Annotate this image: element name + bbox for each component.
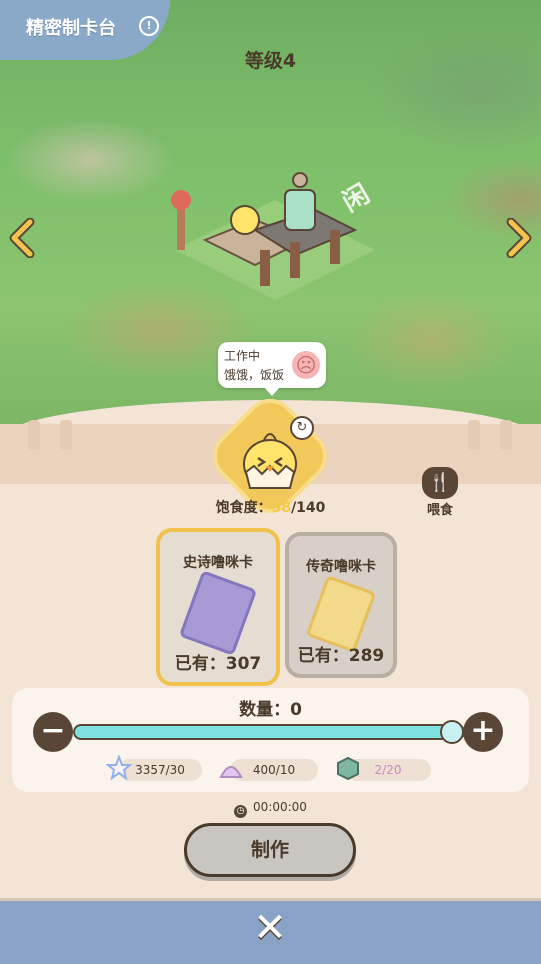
quantity-label: 数量：0 bbox=[239, 700, 302, 720]
status-hungry: 饿饿，饭饭 bbox=[224, 368, 285, 382]
feed-button[interactable]: 🍴 喂食 bbox=[418, 467, 462, 518]
sad-face-icon: ☹ bbox=[292, 351, 320, 379]
powder-icon bbox=[219, 766, 243, 778]
fence-post bbox=[468, 420, 480, 450]
satiety-label: 饱食度： bbox=[215, 500, 272, 516]
prev-arrow-icon[interactable] bbox=[6, 217, 40, 259]
status-working: 工作中 bbox=[224, 349, 261, 363]
star-shard-icon bbox=[106, 755, 132, 781]
slider-thumb[interactable] bbox=[440, 720, 464, 744]
fence-post bbox=[60, 420, 72, 450]
clock-icon: ◷ bbox=[234, 805, 248, 818]
quantity-slider[interactable] bbox=[73, 724, 465, 740]
status-bubble: 工作中 饿饿，饭饭 ☹ bbox=[218, 342, 326, 396]
make-button[interactable]: 制作 bbox=[184, 823, 356, 877]
fence-post bbox=[28, 420, 40, 450]
fork-knife-icon: 🍴 bbox=[422, 467, 458, 499]
card-owned-count: 已有：307 bbox=[174, 654, 262, 674]
epic-card-icon bbox=[178, 570, 258, 656]
close-icon[interactable]: ✕ bbox=[250, 908, 290, 948]
card-option-legendary[interactable]: 传奇噜咪卡 已有：289 bbox=[285, 532, 397, 678]
card-owned-count: 已有：289 bbox=[297, 646, 385, 666]
info-icon[interactable]: ! bbox=[139, 16, 159, 36]
card-title: 史诗噜咪卡 bbox=[183, 555, 253, 571]
level-label: 等级4 bbox=[244, 50, 297, 72]
craft-timer: ◷ 00:00:00 bbox=[0, 800, 541, 818]
next-arrow-icon[interactable] bbox=[501, 217, 535, 259]
increase-button[interactable]: + bbox=[463, 712, 503, 752]
satiety-current: 38 bbox=[271, 500, 292, 516]
timer-value: 00:00:00 bbox=[253, 800, 307, 814]
decrease-button[interactable]: − bbox=[33, 712, 73, 752]
satiety-max: /140 bbox=[291, 500, 326, 516]
refresh-icon[interactable]: ↻ bbox=[290, 416, 314, 440]
feed-label: 喂食 bbox=[426, 503, 453, 518]
card-option-epic[interactable]: 史诗噜咪卡 已有：307 bbox=[156, 528, 280, 686]
card-title: 传奇噜咪卡 bbox=[306, 559, 376, 575]
page-title: 精密制卡台 bbox=[26, 18, 116, 39]
fence-post bbox=[500, 420, 512, 450]
gem-block-icon bbox=[337, 756, 359, 781]
